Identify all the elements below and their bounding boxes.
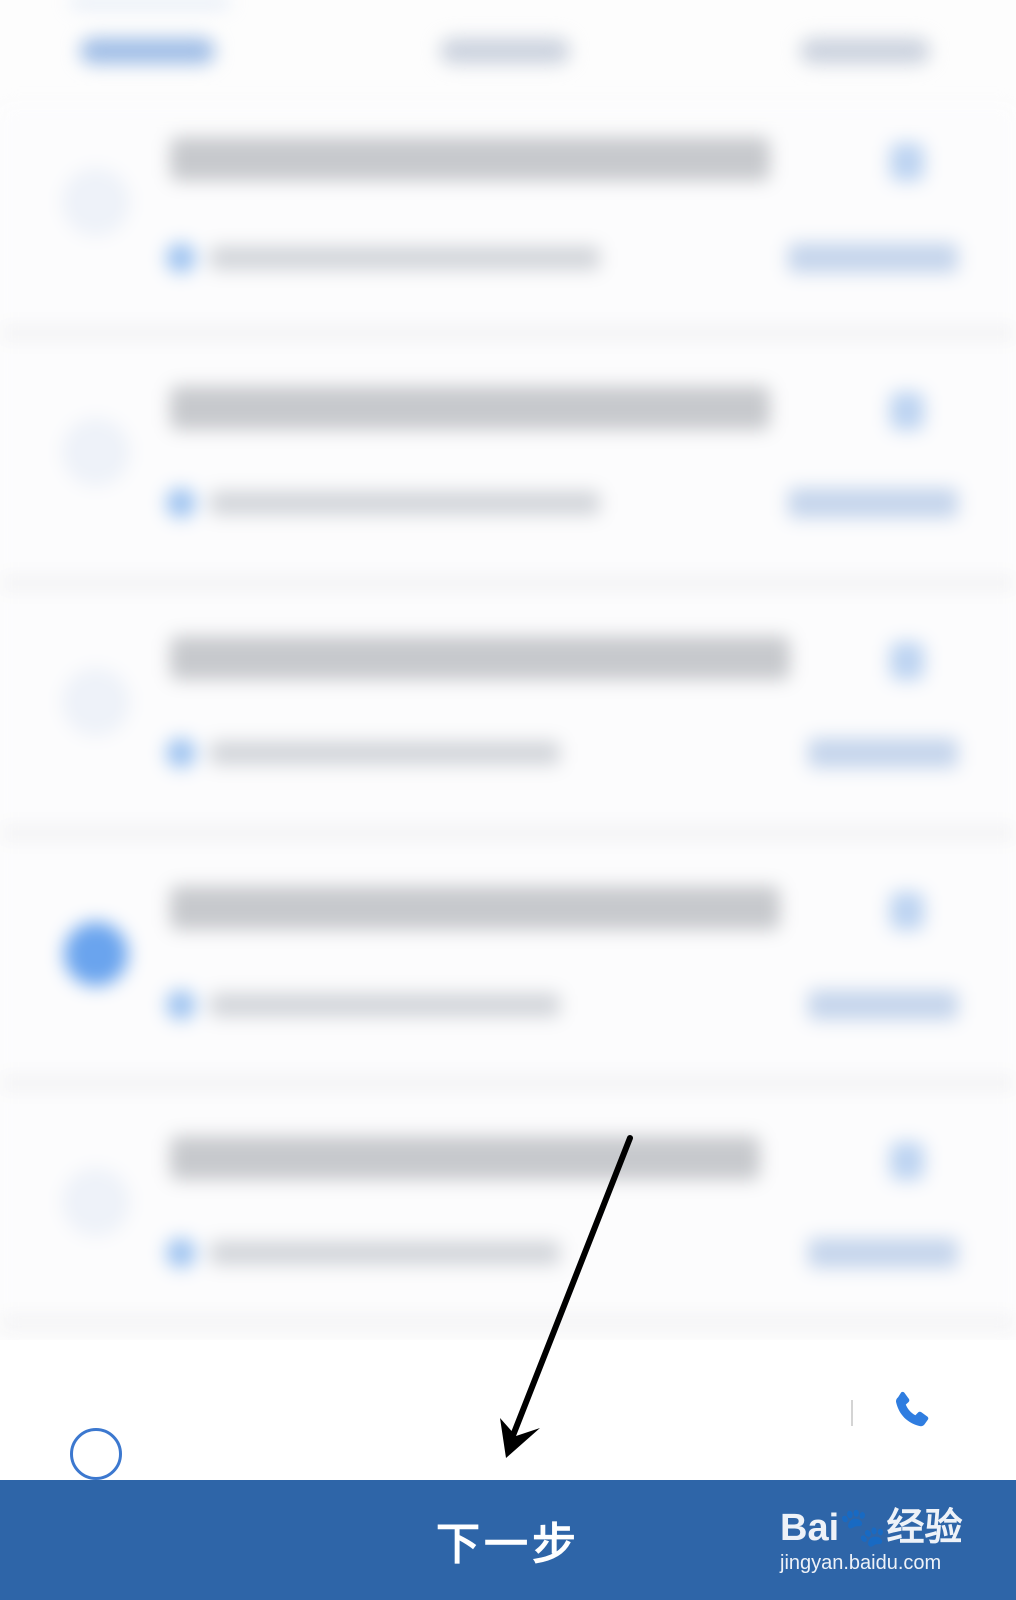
select-all-radio-icon[interactable] (70, 1428, 122, 1480)
radio-checked-icon[interactable] (64, 922, 128, 986)
location-icon (166, 990, 196, 1020)
location-icon (166, 243, 196, 273)
list-item-tag (808, 990, 958, 1020)
blurred-content-area (0, 0, 1016, 1340)
list-item-tag (808, 738, 958, 768)
radio-icon[interactable] (64, 170, 128, 234)
radio-icon[interactable] (64, 1170, 128, 1234)
list-item[interactable] (0, 590, 1016, 840)
next-step-button[interactable]: 下一步 (380, 1480, 636, 1600)
phone-icon[interactable] (888, 1388, 936, 1436)
phone-icon[interactable] (890, 892, 924, 930)
divider (851, 1400, 853, 1426)
list-item-title (170, 137, 770, 181)
phone-icon[interactable] (890, 392, 924, 430)
phone-icon[interactable] (890, 642, 924, 680)
list-item-title (170, 386, 770, 430)
phone-icon[interactable] (890, 143, 924, 181)
radio-icon[interactable] (64, 670, 128, 734)
list-item-subtitle (210, 1241, 560, 1265)
list-item-title (170, 636, 790, 680)
tab-indicator (70, 0, 230, 6)
radio-icon[interactable] (64, 420, 128, 484)
list-item-subtitle (210, 741, 560, 765)
location-icon (166, 1238, 196, 1268)
list-item-subtitle (210, 491, 600, 515)
baidu-jingyan-watermark: Bai🐾经验 jingyan.baidu.com (776, 1490, 976, 1590)
tab-3[interactable] (800, 38, 930, 64)
list-item-title (170, 1136, 760, 1180)
list-item[interactable] (0, 840, 1016, 1090)
tab-2[interactable] (440, 38, 570, 64)
watermark-logo: Bai🐾经验 (780, 1507, 963, 1549)
list-item-tag (808, 1238, 958, 1268)
selection-footer (0, 1340, 1016, 1480)
list-item-tag (788, 243, 958, 273)
tab-bar (0, 0, 1016, 105)
list-item[interactable] (0, 340, 1016, 590)
list-item-tag (788, 488, 958, 518)
list-item[interactable] (0, 105, 1016, 340)
list-item[interactable] (0, 1090, 1016, 1330)
tab-1[interactable] (80, 38, 215, 64)
phone-icon[interactable] (890, 1142, 924, 1180)
watermark-url: jingyan.baidu.com (780, 1552, 942, 1574)
location-icon (166, 488, 196, 518)
list-item-subtitle (210, 246, 600, 270)
list-item-subtitle (210, 993, 560, 1017)
list-item-title (170, 886, 780, 930)
location-icon (166, 738, 196, 768)
